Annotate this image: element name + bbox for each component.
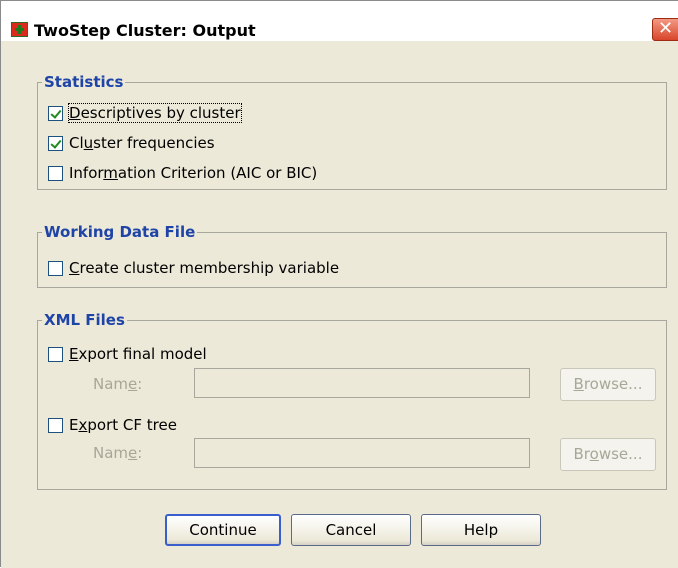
- export-cf-tree-label: Export CF tree: [69, 416, 177, 434]
- cluster-frequencies-checkbox[interactable]: [48, 135, 63, 151]
- tree-name-label: Name:: [93, 444, 143, 462]
- xml-files-legend: XML Files: [42, 311, 127, 329]
- statistics-legend: Statistics: [42, 73, 126, 91]
- close-button[interactable]: ✕: [652, 18, 678, 41]
- working-data-file-legend: Working Data File: [42, 223, 198, 241]
- title-bar: TwoStep Cluster: Output ✕: [1, 1, 678, 41]
- cluster-frequencies-option[interactable]: Cluster frequencies: [48, 133, 215, 153]
- export-cf-tree-option[interactable]: Export CF tree: [48, 415, 177, 435]
- cancel-button[interactable]: Cancel: [291, 514, 411, 546]
- working-data-file-group: Working Data File Create cluster members…: [37, 223, 667, 288]
- dialog-window: TwoStep Cluster: Output ✕ Statistics Des…: [0, 0, 678, 568]
- create-cluster-membership-checkbox[interactable]: [48, 260, 63, 276]
- help-button[interactable]: Help: [421, 514, 541, 546]
- descriptives-checkbox[interactable]: [48, 105, 63, 121]
- export-final-model-label: Export final model: [69, 345, 207, 363]
- app-icon: [11, 22, 28, 37]
- descriptives-label: Descriptives by cluster: [68, 103, 242, 123]
- continue-button[interactable]: Continue: [165, 514, 281, 546]
- create-cluster-membership-option[interactable]: Create cluster membership variable: [48, 258, 339, 278]
- model-name-label: Name:: [93, 375, 143, 393]
- cluster-frequencies-label: Cluster frequencies: [69, 134, 215, 152]
- model-name-input[interactable]: [194, 368, 530, 398]
- export-final-model-option[interactable]: Export final model: [48, 344, 207, 364]
- export-cf-tree-checkbox[interactable]: [48, 417, 63, 433]
- xml-files-group: XML Files Export final model Name: Brows…: [37, 311, 667, 490]
- browse-model-button[interactable]: Browse...: [560, 368, 656, 401]
- export-final-model-checkbox[interactable]: [48, 346, 63, 362]
- dialog-content: Statistics Descriptives by cluster Clust…: [1, 41, 678, 568]
- window-title: TwoStep Cluster: Output: [34, 21, 256, 40]
- descriptives-by-cluster-option[interactable]: Descriptives by cluster: [48, 103, 242, 123]
- statistics-group: Statistics Descriptives by cluster Clust…: [37, 73, 667, 190]
- tree-name-input[interactable]: [194, 438, 530, 468]
- information-criterion-checkbox[interactable]: [48, 165, 63, 181]
- information-criterion-option[interactable]: Information Criterion (AIC or BIC): [48, 163, 317, 183]
- browse-tree-button[interactable]: Browse...: [560, 438, 656, 471]
- create-cluster-membership-label: Create cluster membership variable: [69, 259, 340, 277]
- information-criterion-label: Information Criterion (AIC or BIC): [69, 164, 318, 182]
